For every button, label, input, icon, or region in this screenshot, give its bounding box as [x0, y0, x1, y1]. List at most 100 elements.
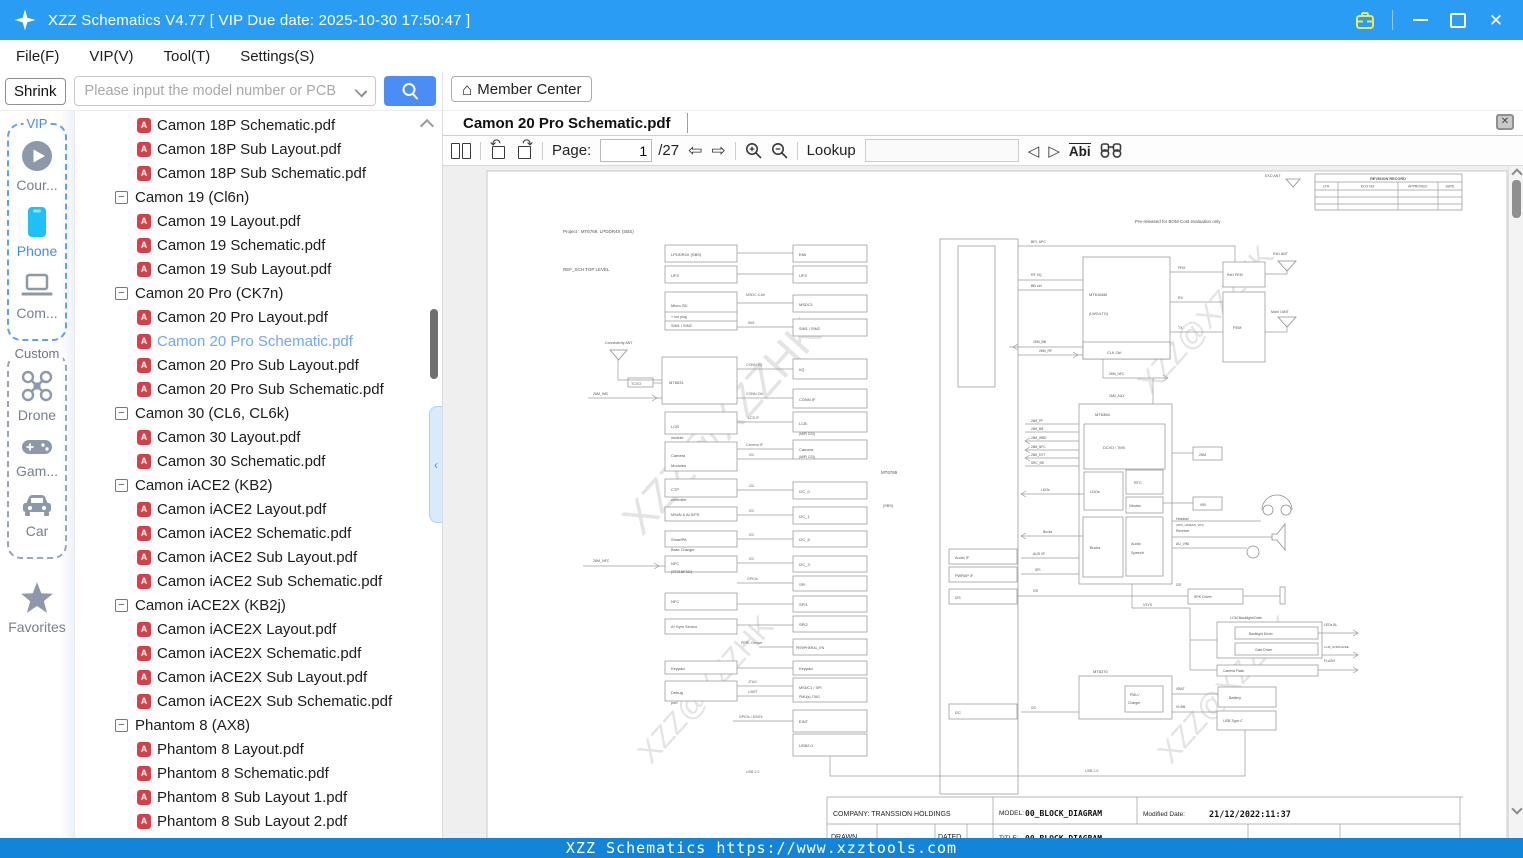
sidebar-item-car[interactable]: Car: [9, 491, 65, 539]
tab-active[interactable]: Camon 20 Pro Schematic.pdf: [443, 115, 671, 132]
tree-group[interactable]: − Camon 20 Pro (CK7n): [75, 281, 442, 305]
tree-file[interactable]: A Camon 20 Pro Sub Schematic.pdf: [75, 377, 442, 401]
zoom-out-icon: [771, 143, 787, 159]
play-icon: [22, 141, 52, 171]
tree-file[interactable]: A Camon 30 Layout.pdf: [75, 425, 442, 449]
rotate-left-button[interactable]: ↶: [490, 136, 507, 159]
pdf-icon: A: [137, 213, 151, 229]
tree-file[interactable]: A Camon 19 Sub Layout.pdf: [75, 257, 442, 281]
collapse-icon[interactable]: −: [115, 286, 128, 300]
tree-file[interactable]: A Phantom 8 Sub Layout 1.pdf: [75, 785, 442, 809]
tree-file[interactable]: A Camon 30 Schematic.pdf: [75, 449, 442, 473]
tree-file[interactable]: A Camon 20 Pro Sub Layout.pdf: [75, 353, 442, 377]
vip-badge-icon[interactable]: [1354, 9, 1376, 31]
tree-group[interactable]: − Camon 30 (CL6, CL6k): [75, 401, 442, 425]
svg-text:VIB: VIB: [1200, 503, 1206, 507]
collapse-icon[interactable]: −: [115, 406, 128, 420]
tree-file[interactable]: A Phantom 8 Sub Layout 2.pdf: [75, 809, 442, 833]
tree-scrollbar-thumb[interactable]: [430, 309, 438, 379]
tree-file[interactable]: A Camon 18P Schematic.pdf: [75, 113, 442, 137]
tree-file[interactable]: A Phantom 8 Layout.pdf: [75, 737, 442, 761]
pdf-scrollbar-thumb[interactable]: [1512, 180, 1521, 218]
binoculars-button[interactable]: [1100, 142, 1122, 159]
rotate-right-button[interactable]: ↷: [516, 136, 533, 159]
scroll-down-icon[interactable]: [1511, 803, 1523, 815]
sidebar-item-courses[interactable]: Cour...: [9, 139, 65, 193]
prev-page-button[interactable]: ⇦: [688, 141, 702, 161]
svg-text:FLASH: FLASH: [1324, 659, 1335, 663]
member-center-button[interactable]: ⌂ Member Center: [451, 76, 593, 102]
svg-text:Camera: Camera: [671, 453, 686, 458]
menu-item-vip[interactable]: VIP(V): [89, 48, 133, 65]
pdf-viewer: Camon 20 Pro Schematic.pdf ✕ ↶ ↷ Page: /…: [443, 111, 1523, 839]
pdf-icon: A: [137, 333, 151, 349]
drone-icon: [21, 370, 53, 402]
search-button[interactable]: [383, 76, 436, 106]
tree-file[interactable]: A Camon 18P Sub Schematic.pdf: [75, 161, 442, 185]
pdf-icon: A: [137, 645, 151, 661]
next-page-button[interactable]: ⇨: [711, 141, 725, 161]
tree-file[interactable]: A Camon iACE2X Schematic.pdf: [75, 641, 442, 665]
svg-text:SIM1 / SIM2: SIM1 / SIM2: [671, 324, 692, 328]
tree-file[interactable]: A Camon iACE2 Sub Schematic.pdf: [75, 569, 442, 593]
collapse-icon[interactable]: −: [115, 190, 128, 204]
menubar: File(F) VIP(V) Tool(T) Settings(S): [0, 40, 1523, 72]
tree-group[interactable]: − Camon iACE2 (KB2): [75, 473, 442, 497]
zoom-in-button[interactable]: [745, 142, 762, 159]
svg-text:I2S: I2S: [955, 596, 961, 600]
tree-file[interactable]: A Camon 20 Pro Layout.pdf: [75, 305, 442, 329]
tree-file[interactable]: A Camon 20 Pro Schematic.pdf: [75, 329, 442, 353]
collapse-icon[interactable]: −: [115, 718, 128, 732]
menu-item-tool[interactable]: Tool(T): [164, 48, 211, 65]
tree-group[interactable]: − Phantom 8 (AX8): [75, 713, 442, 737]
sidebar-item-favorites[interactable]: Favorites: [0, 581, 74, 635]
tree-file[interactable]: A Camon iACE2 Sub Layout.pdf: [75, 545, 442, 569]
collapse-icon[interactable]: −: [115, 598, 128, 612]
collapse-icon[interactable]: −: [115, 478, 128, 492]
svg-text:controller: controller: [671, 498, 687, 502]
tree-file[interactable]: A Camon 18P Sub Layout.pdf: [75, 137, 442, 161]
find-prev-button[interactable]: ◁: [1028, 142, 1040, 160]
tree-file[interactable]: A Camon iACE2X Layout.pdf: [75, 617, 442, 641]
pdf-scrollbar[interactable]: [1508, 166, 1523, 839]
tree-file[interactable]: A Camon 19 Schematic.pdf: [75, 233, 442, 257]
lookup-input[interactable]: [864, 139, 1019, 162]
svg-text:Bucks: Bucks: [1090, 546, 1100, 550]
svg-text:I/Q: I/Q: [799, 367, 804, 372]
tree-file[interactable]: A Camon iACE2X Sub Schematic.pdf: [75, 689, 442, 713]
panel-collapse-handle[interactable]: ‹: [429, 406, 442, 523]
tree-group[interactable]: − Camon 19 (Cl6n): [75, 185, 442, 209]
menu-item-file[interactable]: File(F): [16, 48, 59, 65]
pdf-icon: A: [137, 525, 151, 541]
svg-text:LCB: LCB: [799, 421, 807, 426]
tree-file[interactable]: A Camon iACE2 Schematic.pdf: [75, 521, 442, 545]
menu-item-settings[interactable]: Settings(S): [240, 48, 314, 65]
model-search-input[interactable]: [73, 76, 376, 106]
tree-file[interactable]: A Camon 19 Layout.pdf: [75, 209, 442, 233]
shrink-button[interactable]: Shrink: [5, 77, 66, 105]
minimize-button[interactable]: [1409, 9, 1431, 31]
zoom-out-button[interactable]: [771, 142, 788, 159]
custom-group-label: Custom: [11, 346, 63, 361]
pdf-canvas[interactable]: XZZ@XZZHKXZZ@XZZHKXZZ@XZZHKXZZ@XZZHKProj…: [443, 166, 1523, 839]
tab-close-icon[interactable]: ✕: [1496, 114, 1514, 130]
tree-file[interactable]: A Camon iACE2 Layout.pdf: [75, 497, 442, 521]
page-input[interactable]: [600, 139, 653, 162]
tree-file[interactable]: A Phantom 8 Schematic.pdf: [75, 761, 442, 785]
scroll-up-icon[interactable]: [1511, 168, 1523, 180]
tree-file[interactable]: A Camon iACE2X Sub Layout.pdf: [75, 665, 442, 689]
svg-text:SRC_BB: SRC_BB: [1031, 461, 1044, 465]
sidebar-item-computer[interactable]: Com...: [9, 271, 65, 321]
sidebar-item-games[interactable]: Gam...: [9, 435, 65, 479]
close-button[interactable]: ✕: [1485, 9, 1507, 31]
svg-text:+ hot plug: + hot plug: [671, 315, 687, 319]
pdf-icon: A: [137, 141, 151, 157]
text-select-button[interactable]: Abi: [1068, 143, 1091, 158]
two-page-view-button[interactable]: [451, 142, 471, 159]
sidebar-item-phone[interactable]: Phone: [9, 205, 65, 259]
find-next-button[interactable]: ▷: [1048, 142, 1060, 160]
svg-text:SPI: SPI: [799, 582, 805, 587]
sidebar-item-drone[interactable]: Drone: [9, 369, 65, 423]
tree-group[interactable]: − Camon iACE2X (KB2j): [75, 593, 442, 617]
maximize-button[interactable]: [1447, 9, 1469, 31]
